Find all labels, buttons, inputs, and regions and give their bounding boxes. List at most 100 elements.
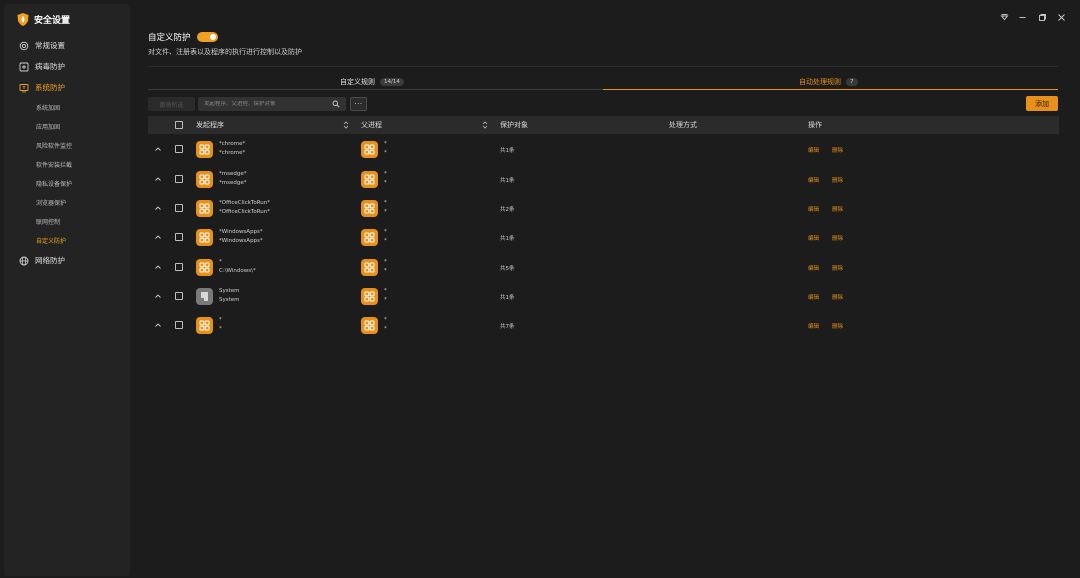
edit-link[interactable]: 编辑 — [808, 146, 819, 154]
sidebar-item-label: 病毒防护 — [35, 62, 65, 71]
row-checkbox[interactable] — [175, 145, 183, 153]
launcher-path: *msedge* — [219, 171, 247, 177]
table-header: 发起程序 父进程 保护对象 处理方式 操作 — [148, 116, 1059, 134]
table-row[interactable]: *OfficeClickToRun* *OfficeClickToRun* * … — [148, 194, 1059, 223]
expand-chevron-icon[interactable] — [154, 204, 162, 212]
edit-link[interactable]: 编辑 — [808, 176, 819, 184]
row-checkbox[interactable] — [175, 175, 183, 183]
sidebar-subitem-privacy-device[interactable]: 隐私设备保护 — [36, 179, 72, 188]
app-grid-icon — [361, 229, 378, 246]
system-process-icon — [196, 288, 213, 305]
target-count: 共7条 — [500, 324, 515, 330]
restore-icon[interactable] — [1036, 11, 1048, 23]
target-count: 共1条 — [500, 236, 515, 242]
sidebar-subitem-app-hardening[interactable]: 应用加固 — [36, 122, 60, 131]
app-grid-icon — [196, 317, 213, 334]
tab-count-badge: 14/14 — [380, 78, 404, 86]
table-row[interactable]: *WindowsApps* *WindowsApps* * * 共1条 编辑 删… — [148, 223, 1059, 252]
gear-icon — [19, 41, 29, 51]
table-row[interactable]: *chrome* *chrome* * * 共1条 编辑 删除 — [148, 135, 1059, 164]
expand-chevron-icon[interactable] — [154, 175, 162, 183]
target-count: 共1条 — [500, 148, 515, 154]
app-title: 安全设置 — [34, 16, 71, 26]
more-options-button[interactable]: ··· — [350, 97, 367, 111]
sidebar-item-general[interactable]: 常规设置 — [19, 40, 65, 51]
sort-icon[interactable] — [482, 121, 488, 129]
edit-link[interactable]: 编辑 — [808, 264, 819, 272]
row-checkbox[interactable] — [175, 292, 183, 300]
sidebar-subitem-browser[interactable]: 浏览器保护 — [36, 198, 66, 207]
search-icon[interactable] — [332, 100, 340, 108]
delete-link[interactable]: 删除 — [832, 146, 843, 154]
table-row[interactable]: * * * * 共7条 编辑 删除 — [148, 311, 1059, 340]
sort-icon[interactable] — [343, 121, 349, 129]
parent-path: * — [384, 297, 387, 303]
parent-path: * — [384, 180, 387, 186]
sidebar-subitem-custom-protection[interactable]: 自定义防护 — [36, 236, 66, 245]
launcher-paths: System System — [219, 288, 240, 304]
tab-label: 自动处理规则 — [799, 78, 841, 86]
close-icon[interactable] — [1055, 11, 1067, 23]
expand-chevron-icon[interactable] — [154, 292, 162, 300]
column-header-launcher[interactable]: 发起程序 — [196, 116, 224, 134]
edit-link[interactable]: 编辑 — [808, 322, 819, 330]
parent-paths: * * — [384, 259, 387, 275]
protection-toggle[interactable] — [196, 32, 218, 42]
app-grid-icon — [361, 141, 378, 158]
sidebar-item-network[interactable]: 网络防护 — [19, 255, 65, 266]
delete-link[interactable]: 删除 — [832, 322, 843, 330]
target-count: 共5条 — [500, 266, 515, 272]
search-input[interactable] — [198, 101, 326, 107]
launcher-path: *OfficeClickToRun* — [219, 200, 270, 206]
minimize-icon[interactable] — [1016, 11, 1028, 23]
expand-chevron-icon[interactable] — [154, 233, 162, 241]
app-grid-icon — [196, 171, 213, 188]
delete-link[interactable]: 删除 — [832, 205, 843, 213]
table-row[interactable]: *msedge* *msedge* * * 共1条 编辑 删除 — [148, 165, 1059, 194]
parent-paths: * * — [384, 229, 387, 245]
sidebar-item-system[interactable]: 系统防护 — [19, 82, 65, 93]
app-grid-icon — [361, 259, 378, 276]
sidebar-subitem-install-block[interactable]: 软件安装拦截 — [36, 160, 72, 169]
edit-link[interactable]: 编辑 — [808, 234, 819, 242]
sidebar-subitem-network-control[interactable]: 联网控制 — [36, 217, 60, 226]
row-checkbox[interactable] — [175, 263, 183, 271]
table-row[interactable]: System System * * 共1条 编辑 删除 — [148, 282, 1059, 311]
launcher-paths: * C:\Windows\* — [219, 259, 256, 275]
expand-chevron-icon[interactable] — [154, 321, 162, 329]
sidebar-item-label: 网络防护 — [35, 256, 65, 265]
dropdown-icon[interactable] — [998, 11, 1010, 23]
column-header-target: 保护对象 — [500, 121, 528, 129]
brand: 安全设置 — [17, 13, 70, 26]
parent-path: * — [384, 141, 387, 147]
delete-link[interactable]: 删除 — [832, 293, 843, 301]
parent-path: * — [384, 229, 387, 235]
expand-chevron-icon[interactable] — [154, 263, 162, 271]
row-checkbox[interactable] — [175, 321, 183, 329]
edit-link[interactable]: 编辑 — [808, 293, 819, 301]
delete-link[interactable]: 删除 — [832, 176, 843, 184]
launcher-path: C:\Windows\* — [219, 268, 256, 274]
sidebar-subitem-system-hardening[interactable]: 系统加固 — [36, 103, 60, 112]
expand-chevron-icon[interactable] — [154, 145, 162, 153]
page-header: 自定义防护 — [148, 31, 218, 43]
add-button[interactable]: 添加 — [1026, 96, 1058, 111]
sidebar-subitem-risk-software[interactable]: 风险软件监控 — [36, 141, 72, 150]
column-header-parent[interactable]: 父进程 — [361, 116, 382, 134]
parent-path: * — [384, 150, 387, 156]
row-checkbox[interactable] — [175, 233, 183, 241]
delete-link[interactable]: 删除 — [832, 264, 843, 272]
launcher-paths: * * — [219, 317, 222, 333]
table-row[interactable]: * C:\Windows\* * * 共5条 编辑 删除 — [148, 253, 1059, 282]
select-all-checkbox[interactable] — [175, 121, 183, 129]
parent-path: * — [384, 200, 387, 206]
edit-link[interactable]: 编辑 — [808, 205, 819, 213]
tab-label: 自定义规则 — [340, 78, 375, 86]
sidebar-item-virus[interactable]: 病毒防护 — [19, 61, 65, 72]
parent-paths: * * — [384, 141, 387, 157]
row-checkbox[interactable] — [175, 204, 183, 212]
delete-link[interactable]: 删除 — [832, 234, 843, 242]
launcher-path: *chrome* — [219, 150, 246, 156]
parent-paths: * * — [384, 317, 387, 333]
deselect-button[interactable]: 撤销所选 — [148, 97, 195, 111]
